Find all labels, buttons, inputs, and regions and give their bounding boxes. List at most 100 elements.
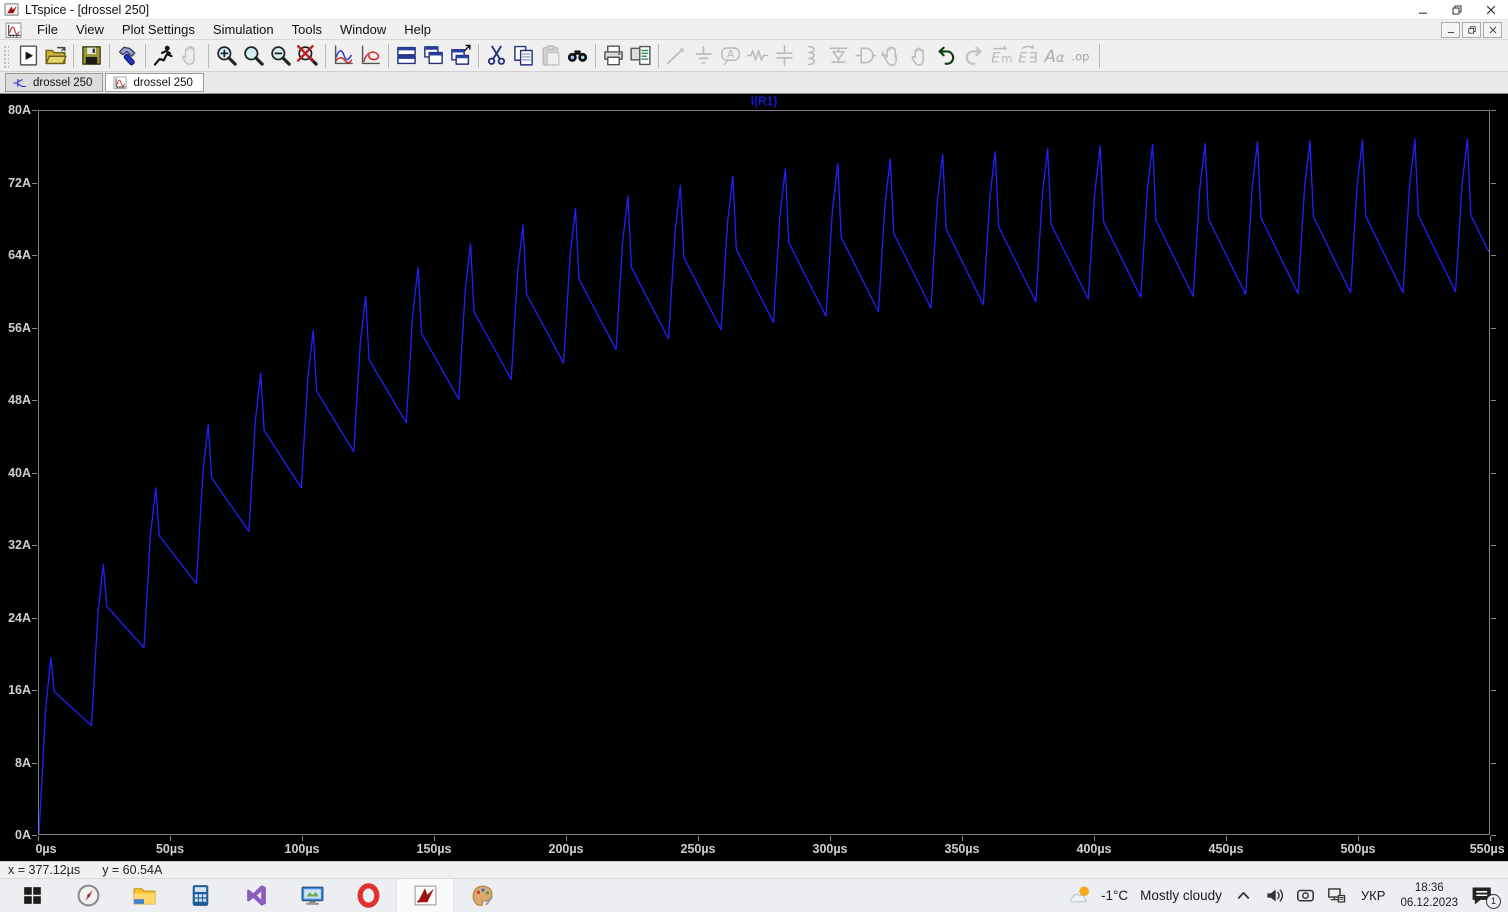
x-axis-label: 350µs — [944, 842, 979, 856]
tile-horizontal-button[interactable] — [393, 42, 420, 69]
copy-button[interactable] — [510, 42, 537, 69]
y-axis-tick — [1491, 473, 1496, 474]
y-axis-tick — [32, 473, 37, 474]
print-preview-button[interactable] — [627, 42, 654, 69]
save-button[interactable] — [78, 42, 105, 69]
cascade-button[interactable] — [420, 42, 447, 69]
toolbar: AEmE∃Aα.op — [0, 40, 1508, 72]
toolbar-separator — [325, 44, 326, 68]
paint-taskbar-button[interactable] — [454, 879, 510, 912]
inductor-button — [798, 42, 825, 69]
mdi-close-button[interactable] — [1483, 22, 1502, 38]
ltspice-app-taskbar-button[interactable] — [396, 879, 454, 912]
spice-directive-icon: .op — [1070, 44, 1093, 67]
file-explorer-taskbar-button[interactable] — [116, 879, 172, 912]
menu-tools[interactable]: Tools — [283, 22, 331, 37]
toolbar-separator — [478, 44, 479, 68]
file-explorer-icon — [132, 883, 157, 908]
tab-drossel-250-1[interactable]: drossel 250 — [5, 73, 103, 92]
menu-plot-settings[interactable]: Plot Settings — [113, 22, 204, 37]
meet-now-icon[interactable] — [1296, 886, 1315, 905]
text-icon: Aα — [1043, 44, 1066, 67]
paste-icon — [539, 44, 562, 67]
tile-vertical-button[interactable] — [447, 42, 474, 69]
speaker-icon[interactable] — [1265, 886, 1284, 905]
x-axis-label: 0µs — [35, 842, 56, 856]
waveform-pane: I(R1) 80A72A64A56A48A40A32A24A16A8A0A0µs… — [0, 94, 1508, 861]
y-axis-label: 48A — [0, 393, 31, 407]
new-schematic-button[interactable] — [15, 42, 42, 69]
weather-widget[interactable]: -1°C Mostly cloudy — [1067, 883, 1222, 908]
zoom-in-button[interactable] — [213, 42, 240, 69]
toolbar-separator — [109, 44, 110, 68]
trace-label[interactable]: I(R1) — [751, 94, 778, 108]
undo-button[interactable] — [933, 42, 960, 69]
svg-text:∃: ∃ — [1029, 51, 1038, 67]
mdi-minimize-button[interactable] — [1441, 22, 1460, 38]
y-axis-label: 80A — [0, 103, 31, 117]
x-axis-tick — [566, 836, 567, 841]
menu-window[interactable]: Window — [331, 22, 395, 37]
visual-studio-taskbar-button[interactable] — [228, 879, 284, 912]
autorange-button[interactable] — [330, 42, 357, 69]
resistor-button — [744, 42, 771, 69]
y-axis-tick — [1491, 400, 1496, 401]
x-axis-label: 50µs — [156, 842, 184, 856]
toolbar-separator — [388, 44, 389, 68]
mirror-icon: Em — [989, 44, 1012, 67]
x-axis-tick — [170, 836, 171, 841]
clock-date: 06.12.2023 — [1400, 896, 1458, 911]
toolbar-separator — [145, 44, 146, 68]
compass-taskbar-button[interactable] — [60, 879, 116, 912]
cut-button[interactable] — [483, 42, 510, 69]
x-axis-tick — [1490, 836, 1491, 841]
visual-studio-icon — [244, 883, 269, 908]
control-panel-button[interactable] — [114, 42, 141, 69]
y-axis-label: 40A — [0, 466, 31, 480]
x-axis-label: 400µs — [1076, 842, 1111, 856]
opera-taskbar-button[interactable] — [340, 879, 396, 912]
open-button[interactable] — [42, 42, 69, 69]
y-axis-label: 0A — [0, 828, 31, 842]
tab-drossel-250-2[interactable]: drossel 250 — [105, 73, 203, 92]
language-indicator[interactable]: УКР — [1358, 888, 1389, 903]
pc-taskbar-button[interactable] — [284, 879, 340, 912]
menu-simulation[interactable]: Simulation — [204, 22, 283, 37]
zoom-box-button[interactable] — [240, 42, 267, 69]
halt-button — [177, 42, 204, 69]
status-bar: x = 377.12µs y = 60.54A — [0, 861, 1508, 878]
restore-button[interactable] — [1440, 0, 1474, 19]
zoom-full-button[interactable] — [294, 42, 321, 69]
start-button[interactable] — [4, 879, 60, 912]
close-button[interactable] — [1474, 0, 1508, 19]
notification-center-button[interactable]: 1 — [1470, 885, 1496, 907]
plot-settings-button[interactable] — [357, 42, 384, 69]
clock-widget[interactable]: 18:36 06.12.2023 — [1400, 881, 1458, 911]
run-button[interactable] — [150, 42, 177, 69]
zoom-out-button[interactable] — [267, 42, 294, 69]
find-button[interactable] — [564, 42, 591, 69]
plot-area[interactable] — [38, 110, 1490, 835]
calculator-taskbar-button[interactable] — [172, 879, 228, 912]
x-axis-label: 550µs — [1470, 842, 1505, 856]
toolbar-grip[interactable] — [2, 44, 9, 68]
rotate-icon: E∃ — [1016, 44, 1039, 67]
mdi-restore-button[interactable] — [1462, 22, 1481, 38]
menu-help[interactable]: Help — [395, 22, 440, 37]
menu-file[interactable]: File — [28, 22, 67, 37]
y-axis-label: 16A — [0, 683, 31, 697]
menu-view[interactable]: View — [67, 22, 113, 37]
minimize-button[interactable] — [1406, 0, 1440, 19]
toolbar-separator — [1099, 44, 1100, 68]
x-axis-tick — [1226, 836, 1227, 841]
network-icon[interactable] — [1327, 886, 1346, 905]
y-axis-label: 64A — [0, 248, 31, 262]
ground-icon — [692, 44, 715, 67]
chevron-up-icon[interactable] — [1234, 886, 1253, 905]
print-button[interactable] — [600, 42, 627, 69]
tile-horizontal-icon — [395, 44, 418, 67]
zoom-full-icon — [296, 44, 319, 67]
new-schematic-icon — [17, 44, 40, 67]
autorange-icon — [332, 44, 355, 67]
paste-button — [537, 42, 564, 69]
